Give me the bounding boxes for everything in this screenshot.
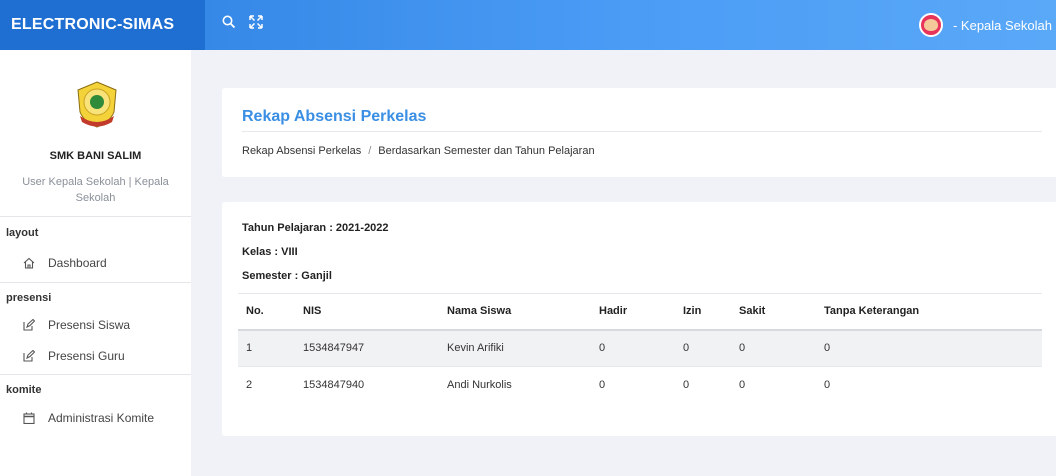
user-role: User Kepala Sekolah | Kepala Sekolah — [22, 176, 169, 204]
sidebar-item-label: Presensi Siswa — [48, 318, 131, 332]
sidebar-item-dashboard[interactable]: Dashboard — [22, 256, 107, 270]
search-icon[interactable] — [222, 15, 240, 33]
user-menu[interactable]: - Kepala Sekolah — [918, 0, 1056, 50]
cell-tanpa-keterangan: 0 — [824, 379, 831, 392]
cell-hadir: 0 — [591, 329, 675, 367]
sidebar-item-presensi-siswa[interactable]: Presensi Siswa — [22, 318, 130, 332]
section-label-komite: komite — [6, 384, 42, 396]
cell-nis: 1534847947 — [295, 329, 439, 367]
sidebar: SMK BANI SALIM User Kepala Sekolah | Kep… — [0, 50, 191, 476]
cell-nis: 1534847940 — [303, 379, 365, 392]
user-menu-label[interactable]: - Kepala Sekolah — [953, 18, 1056, 33]
avatar[interactable] — [918, 13, 943, 37]
breadcrumb: Rekap Absensi Perkelas / Berdasarkan Sem… — [242, 145, 595, 157]
school-logo — [72, 80, 122, 130]
tahun-pelajaran-info: Tahun Pelajaran : 2021-2022 — [242, 222, 389, 234]
cell-nama-siswa: Andi Nurkolis — [447, 379, 512, 392]
sidebar-item-administrasi-komite[interactable]: Administrasi Komite — [22, 411, 154, 425]
section-label-presensi: presensi — [6, 292, 52, 304]
breadcrumb-separator: / — [368, 145, 372, 157]
cell-sakit: 0 — [739, 379, 746, 392]
report-card: Tahun Pelajaran : 2021-2022 Kelas : VIII… — [222, 202, 1056, 436]
home-icon — [22, 256, 36, 270]
cell-no: 2 — [246, 379, 253, 392]
breadcrumb-item[interactable]: Rekap Absensi Perkelas — [242, 145, 361, 157]
column-header-tanpa-keterangan: Tanpa Keterangan — [816, 293, 1042, 331]
top-navbar: ELECTRONIC-SIMAS - Kepala Sekolah — [0, 0, 1056, 50]
edit-icon — [22, 349, 36, 363]
cell-tanpa-keterangan: 0 — [816, 329, 1042, 367]
sidebar-item-label: Presensi Guru — [48, 349, 125, 363]
edit-icon — [22, 318, 36, 332]
sidebar-item-label: Administrasi Komite — [48, 411, 155, 425]
column-header-sakit: Sakit — [731, 293, 816, 331]
cell-sakit: 0 — [731, 329, 816, 367]
cell-izin: 0 — [675, 329, 731, 367]
app-brand[interactable]: ELECTRONIC-SIMAS — [0, 0, 205, 50]
page-title: Rekap Absensi Perkelas — [242, 108, 427, 125]
school-name: SMK BANI SALIM — [49, 150, 142, 162]
table-row: 1 1534847947 Kevin Arifiki 0 0 0 0 — [238, 329, 1042, 367]
cell-hadir: 0 — [599, 379, 606, 392]
divider — [242, 131, 1042, 132]
sidebar-item-presensi-guru[interactable]: Presensi Guru — [22, 349, 125, 363]
sidebar-item-label: Dashboard — [48, 256, 107, 270]
section-label-layout: layout — [6, 227, 39, 239]
calendar-icon — [22, 411, 36, 425]
breadcrumb-item: Berdasarkan Semester dan Tahun Pelajaran — [378, 145, 595, 157]
column-header-hadir: Hadir — [591, 293, 675, 331]
divider — [0, 282, 191, 283]
attendance-table: No. NIS Nama Siswa Hadir Izin Sakit Tanp… — [238, 293, 1042, 404]
cell-nama-siswa: Kevin Arifiki — [439, 329, 591, 367]
column-header-nis: NIS — [295, 293, 439, 331]
divider — [0, 216, 191, 217]
column-header-izin: Izin — [675, 293, 731, 331]
page-header-card: Rekap Absensi Perkelas Rekap Absensi Per… — [222, 88, 1056, 177]
divider — [0, 374, 191, 375]
semester-info: Semester : Ganjil — [242, 270, 332, 282]
cell-izin: 0 — [683, 379, 690, 392]
table-row: 2 1534847940 Andi Nurkolis 0 0 0 0 — [238, 367, 1042, 404]
table-header-row: No. NIS Nama Siswa Hadir Izin Sakit Tanp… — [238, 293, 1042, 331]
column-header-nama-siswa: Nama Siswa — [439, 293, 591, 331]
cell-no: 1 — [238, 329, 295, 367]
column-header-no: No. — [238, 293, 295, 331]
fullscreen-icon[interactable] — [249, 15, 267, 33]
kelas-info: Kelas : VIII — [242, 246, 298, 258]
